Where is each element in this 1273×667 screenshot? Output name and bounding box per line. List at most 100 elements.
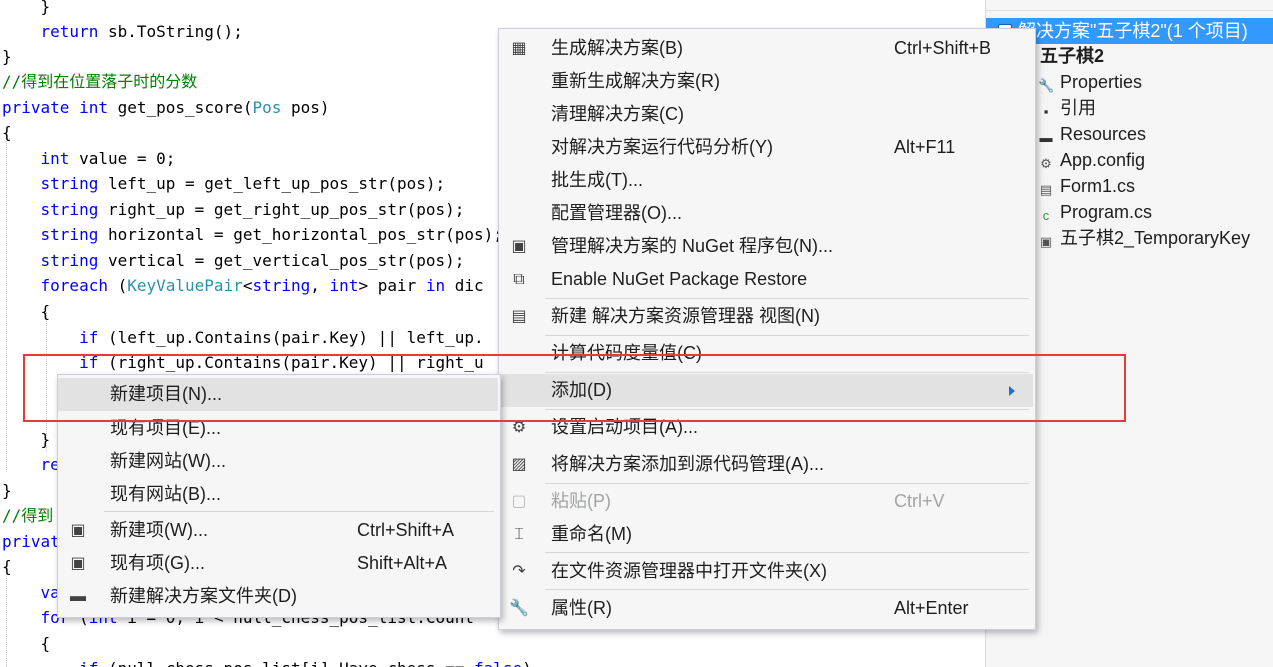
code-token: if: [79, 328, 99, 347]
package-restore-icon: ⧉: [513, 271, 525, 288]
code-token: (null_chess_pos_list[i].Have_chess ==: [98, 659, 474, 667]
project-item[interactable]: 🔧 Properties: [1038, 69, 1142, 95]
menu-item-item-5[interactable]: 配置管理器(O)...: [499, 197, 1033, 230]
code-token: string: [40, 225, 99, 244]
menu-separator: [545, 409, 1029, 410]
menu-separator: [545, 483, 1029, 484]
menu-item-item-9[interactable]: 计算代码度量值(C): [499, 337, 1033, 370]
project-item[interactable]: ›⚙App.config: [1032, 147, 1146, 173]
code-line: string right_up = get_right_up_pos_str(p…: [2, 197, 465, 222]
project-node[interactable]: 五子棋2: [1024, 43, 1104, 69]
code-token: false: [474, 659, 522, 667]
code-token: get_pos_score(: [107, 98, 253, 117]
menu-item-paste[interactable]: ▢ 粘贴(P) Ctrl+V: [499, 485, 1033, 518]
project-item[interactable]: ▪ 引用: [1038, 95, 1096, 121]
menu-separator: [545, 298, 1029, 299]
menu-item-rename-14[interactable]: ⌶ 重命名(M): [499, 518, 1033, 551]
code-token: sb.ToString();: [98, 22, 243, 41]
code-token: in: [425, 276, 446, 295]
code-line: string vertical = get_vertical_pos_str(p…: [2, 248, 465, 273]
paste-icon: ▢: [511, 493, 527, 510]
menu-item-nuget-6[interactable]: ▣ 管理解决方案的 NuGet 程序包(N)...: [499, 230, 1033, 263]
menu-item-shortcut: Ctrl+Shift+A: [357, 520, 455, 540]
project-item-label: Form1.cs: [1060, 176, 1136, 196]
add-submenu-item-3[interactable]: 现有网站(B)...: [58, 478, 498, 511]
code-token: string: [40, 200, 99, 219]
menu-item-item-1[interactable]: 重新生成解决方案(R): [499, 65, 1033, 98]
menu-item-label: 新建项目(N)...: [110, 384, 222, 404]
menu-item-label: 添加(D): [551, 380, 612, 400]
code-line: //得到: [2, 503, 53, 528]
menu-item-shortcut: Ctrl+Shift+B: [894, 38, 992, 58]
menu-item-package-restore-7[interactable]: ⧉ Enable NuGet Package Restore: [499, 263, 1033, 296]
menu-item-gear-11[interactable]: ⚙ 设置启动项目(A)...: [499, 411, 1033, 444]
code-token: }: [2, 0, 51, 16]
menu-item-label: 设置启动项目(A)...: [551, 417, 698, 437]
menu-separator: [545, 589, 1029, 590]
menu-item-item-2[interactable]: 清理解决方案(C): [499, 98, 1033, 131]
add-submenu-item-1[interactable]: 现有项目(E)...: [58, 412, 498, 445]
menu-item-label: 现有网站(B)...: [110, 484, 221, 504]
project-item-label: App.config: [1060, 150, 1146, 170]
menu-item-shortcut: Alt+Enter: [894, 598, 969, 618]
project-item[interactable]: ▣ 五子棋2_TemporaryKey: [1038, 225, 1250, 251]
code-line: //得到在位置落子时的分数: [2, 69, 197, 94]
code-token: ,: [310, 276, 330, 295]
existing-item-icon: ▣: [70, 555, 86, 572]
code-line: private int get_pos_score(Pos pos): [2, 95, 330, 120]
build-icon: ▦: [511, 40, 527, 57]
project-item-label: Program.cs: [1060, 202, 1153, 222]
config-file-icon: ⚙: [1040, 156, 1052, 171]
menu-item-open-folder-15[interactable]: ↷ 在文件资源管理器中打开文件夹(X): [499, 555, 1033, 588]
form-icon: ▤: [1039, 182, 1053, 197]
project-item-label: 引用: [1060, 98, 1096, 118]
gear-icon: ⚙: [511, 419, 527, 436]
add-submenu-item-2[interactable]: 新建网站(W)...: [58, 445, 498, 478]
code-token: }: [2, 481, 12, 500]
code-token: int: [79, 98, 108, 117]
new-view-icon: ▤: [511, 308, 527, 325]
add-submenu-item-5[interactable]: ▣ 现有项(G)... Shift+Alt+A: [58, 547, 498, 580]
code-token: value = 0;: [69, 149, 176, 168]
menu-item-label: 在文件资源管理器中打开文件夹(X): [551, 561, 827, 581]
menu-item-label: 新建项(W)...: [110, 520, 208, 540]
code-line: return sb.ToString();: [2, 19, 243, 44]
references-icon: ▪: [1043, 104, 1049, 119]
menu-item-new-view-8[interactable]: ▤ 新建 解决方案资源管理器 视图(N): [499, 300, 1033, 333]
new-item-icon: ▣: [70, 522, 86, 539]
menu-item-wrench-16[interactable]: 🔧 属性(R) Alt+Enter: [499, 592, 1033, 625]
new-folder-icon: ▬: [70, 588, 86, 605]
code-line: }: [2, 478, 12, 503]
project-item[interactable]: ›cProgram.cs: [1032, 199, 1153, 225]
code-line: foreach (KeyValuePair<string, int> pair …: [2, 273, 484, 298]
menu-item-add[interactable]: 添加(D): [499, 374, 1033, 407]
project-item[interactable]: ›▤Form1.cs: [1032, 173, 1136, 199]
menu-item-source-control-12[interactable]: ▨ 将解决方案添加到源代码管理(A)...: [499, 448, 1033, 481]
add-submenu-item-4[interactable]: ▣ 新建项(W)... Ctrl+Shift+A: [58, 514, 498, 547]
menu-separator: [545, 552, 1029, 553]
menu-item-label: 现有项目(E)...: [110, 418, 221, 438]
menu-item-label: 清理解决方案(C): [551, 104, 684, 124]
open-folder-icon: ↷: [512, 563, 526, 580]
menu-item-label: 新建网站(W)...: [110, 451, 226, 471]
code-token: (left_up.Contains(pair.Key) || left_up.: [98, 328, 484, 347]
menu-item-item-4[interactable]: 批生成(T)...: [499, 164, 1033, 197]
code-line: if (right_up.Contains(pair.Key) || right…: [2, 350, 484, 375]
project-item[interactable]: ›▬Resources: [1032, 121, 1146, 147]
menu-item-label: 生成解决方案(B): [551, 38, 683, 58]
menu-item-item-3[interactable]: 对解决方案运行代码分析(Y) Alt+F11: [499, 131, 1033, 164]
code-token: (: [107, 276, 128, 295]
menu-item-label: 配置管理器(O)...: [551, 203, 682, 223]
add-submenu-item-6[interactable]: ▬ 新建解决方案文件夹(D): [58, 580, 498, 613]
menu-item-build-0[interactable]: ▦ 生成解决方案(B) Ctrl+Shift+B: [499, 32, 1033, 65]
add-submenu-item-0[interactable]: 新建项目(N)...: [58, 378, 498, 411]
project-item-label: Properties: [1060, 72, 1143, 92]
menu-item-label: 重新生成解决方案(R): [551, 71, 720, 91]
